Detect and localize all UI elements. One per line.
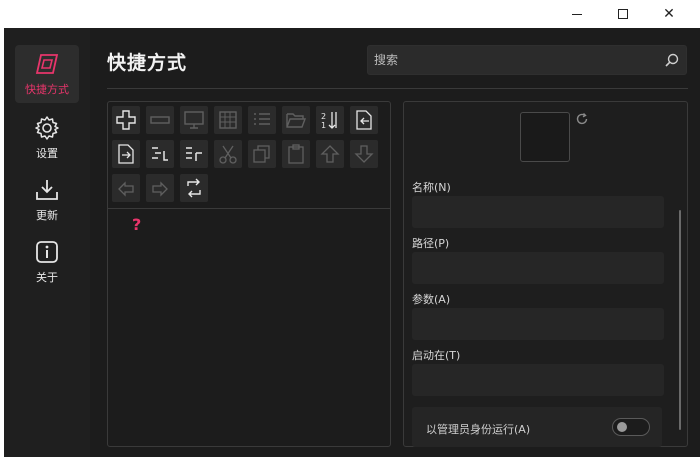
minimize-icon (572, 13, 582, 15)
start-in-field[interactable] (412, 364, 664, 396)
cut-icon (219, 145, 237, 164)
args-label: 参数(A) (412, 293, 451, 306)
refresh-list-icon (187, 178, 201, 198)
move-up-button[interactable] (316, 140, 344, 168)
path-label: 路径(P) (412, 237, 450, 250)
move-up-icon (320, 145, 340, 163)
title-bar: ✕ (0, 0, 700, 28)
properties-panel: 名称(N) 路径(P) 参数(A) 启动在(T) 以管理员身份运行(A) (403, 101, 688, 447)
list-icon (254, 113, 270, 125)
search-icon[interactable] (664, 52, 680, 68)
args-field[interactable] (412, 308, 664, 340)
remove-icon (150, 116, 170, 124)
sidebar-item-label: 更新 (36, 209, 58, 222)
open-folder-button[interactable] (282, 106, 310, 134)
icon-preview[interactable] (520, 112, 570, 162)
sidebar-item-settings[interactable]: 设置 (15, 109, 79, 167)
export-icon (118, 144, 134, 164)
indent-out-button[interactable] (180, 140, 208, 168)
properties-scrollbar[interactable] (679, 210, 681, 430)
grid-button[interactable] (214, 106, 242, 134)
app-window: 快捷方式 设置 更新 关于 快捷方式 搜索 2 1 ? 名称(N) 路径(P) … (4, 28, 700, 457)
cut-button[interactable] (214, 140, 242, 168)
indent-out-icon (186, 147, 202, 161)
sidebar-item-about[interactable]: 关于 (15, 233, 79, 291)
info-icon (36, 241, 58, 263)
run-as-admin-label: 以管理员身份运行(A) (426, 423, 531, 436)
redo-button[interactable] (146, 174, 174, 202)
import-button[interactable] (350, 106, 378, 134)
start-in-label: 启动在(T) (412, 349, 461, 362)
monitor-icon (184, 111, 204, 129)
undo-icon (118, 181, 134, 197)
shortcut-list-panel: 21 ? (107, 101, 391, 447)
gear-icon (35, 116, 59, 140)
page-title: 快捷方式 (107, 52, 188, 74)
close-icon: ✕ (663, 6, 675, 22)
sidebar-item-label: 设置 (36, 147, 58, 160)
list-item-marker: ? (132, 215, 142, 234)
maximize-button[interactable] (600, 0, 646, 28)
shortcut-icon (35, 54, 59, 74)
refresh-icon[interactable] (575, 112, 589, 126)
name-label: 名称(N) (412, 181, 451, 194)
grid-icon (219, 111, 237, 129)
header-divider (107, 88, 688, 89)
name-field[interactable] (412, 196, 664, 228)
export-button[interactable] (112, 140, 140, 168)
move-down-button[interactable] (350, 140, 378, 168)
paste-icon (288, 144, 304, 164)
svg-text:2: 2 (321, 112, 326, 121)
shortcut-list[interactable]: ? (108, 208, 390, 446)
sort-button[interactable]: 21 (316, 106, 344, 134)
folder-open-icon (286, 113, 307, 128)
search-box (367, 45, 687, 75)
copy-button[interactable] (248, 140, 276, 168)
sidebar-item-update[interactable]: 更新 (15, 171, 79, 229)
list-view-button[interactable] (248, 106, 276, 134)
refresh-list-button[interactable] (180, 174, 208, 202)
redo-icon (152, 181, 168, 197)
maximize-icon (618, 9, 628, 19)
sidebar-item-label: 快捷方式 (25, 83, 69, 96)
add-button[interactable] (112, 106, 140, 134)
download-icon (36, 180, 58, 200)
minimize-button[interactable] (554, 0, 600, 28)
paste-button[interactable] (282, 140, 310, 168)
toggle-knob (617, 422, 627, 432)
copy-icon (253, 145, 270, 163)
sort-icon: 21 (321, 112, 337, 130)
sidebar-item-label: 关于 (36, 271, 58, 284)
undo-button[interactable] (112, 174, 140, 202)
run-as-admin-row: 以管理员身份运行(A) (412, 407, 662, 447)
move-down-icon (354, 145, 374, 163)
monitor-button[interactable] (180, 106, 208, 134)
path-field[interactable] (412, 252, 664, 284)
add-icon (116, 110, 136, 130)
import-icon (356, 110, 372, 130)
search-input[interactable] (368, 46, 658, 74)
close-button[interactable]: ✕ (646, 0, 692, 28)
run-as-admin-toggle[interactable] (612, 418, 650, 436)
sidebar: 快捷方式 设置 更新 关于 (4, 28, 90, 457)
indent-in-icon (152, 147, 168, 161)
remove-button[interactable] (146, 106, 174, 134)
svg-text:1: 1 (321, 121, 326, 130)
indent-in-button[interactable] (146, 140, 174, 168)
sidebar-item-shortcuts[interactable]: 快捷方式 (15, 45, 79, 103)
